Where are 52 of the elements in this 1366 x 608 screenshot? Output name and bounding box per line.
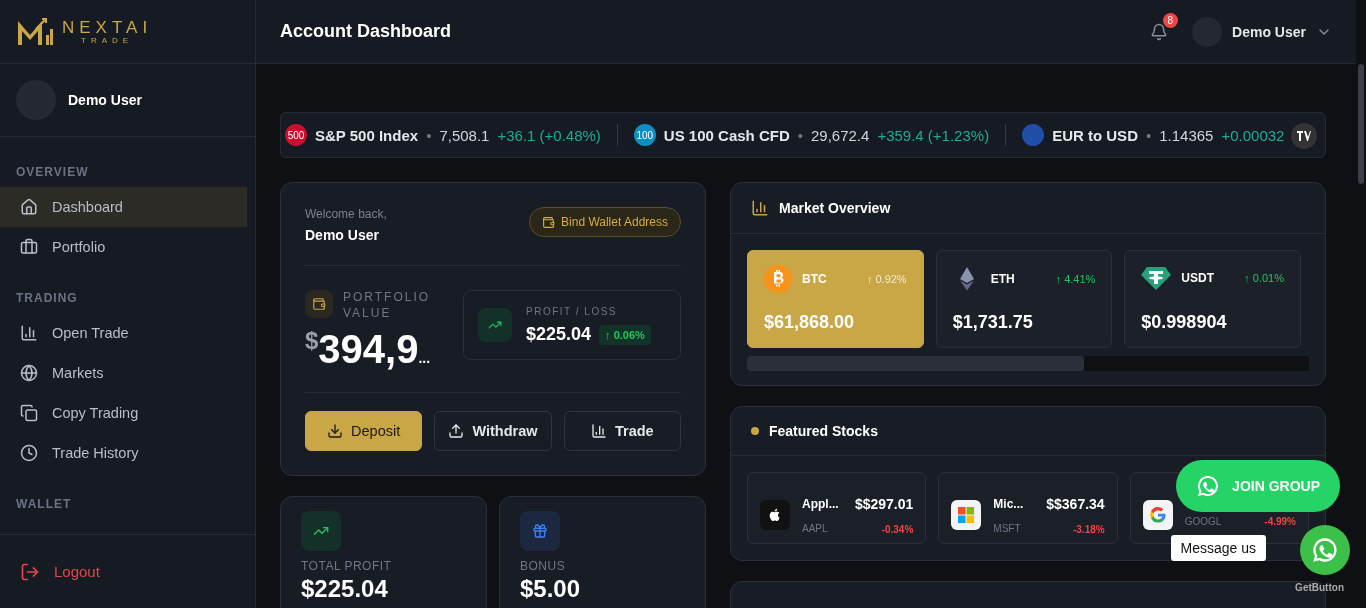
stock-change: -0.34% [880,523,914,535]
separator-dot: • [1145,126,1152,144]
page-title: Account Dashboard [280,21,453,42]
stock-name: Appl... [802,496,840,511]
symbol-price: 7,508.1 [439,126,490,144]
separator-dot: • [426,126,432,144]
notification-count: 8 [1162,12,1179,28]
stock-ticker: MSFT [993,522,1022,534]
brand-name: NEXTAI [62,18,153,36]
stock-change: -3.18% [1071,523,1105,535]
portfolio-value-label: PORTFOLIO VALUE [343,290,432,322]
stat-value: $225.04 [301,574,389,603]
message-tooltip: Message us [1170,535,1266,561]
stock-ticker: GOOGL [1184,515,1223,527]
user-name: Demo User [68,92,142,108]
stock-price: $$367.34 [1046,495,1105,512]
coin-price: $61,868.00 [764,312,856,333]
symbol-change: +36.1 (+0.48%) [497,126,601,144]
coin-change: ↑ 4.41% [1055,273,1096,285]
profit-loss-change: ↑ 0.06% [599,324,651,345]
coin-symbol: BTC [802,272,828,286]
symbol-change: +0.00032 [1221,126,1285,144]
greeting: Welcome back, [305,207,387,221]
section-title: WALLET [15,496,73,513]
symbol-badge: 100 [633,124,656,146]
stock-name: Mic... [993,496,1025,511]
symbol-price: 1.14365 [1159,126,1214,144]
coin-price: $0.998904 [1141,312,1228,333]
stock-price: $$297.01 [854,495,914,512]
symbol-price: 29,672.4 [811,126,870,144]
coin-price: $1,731.75 [952,312,1034,333]
coin-symbol: USDT [1181,271,1215,285]
section-title: TRADING [15,290,79,307]
separator-dot: • [797,126,803,144]
card-title: Market Overview [779,200,891,216]
card-title: Featured Stocks [769,423,878,439]
profit-loss-label: PROFIT / LOSS [526,305,618,318]
section-title: OVERVIEW [15,164,90,181]
stat-label: BONUS [520,559,567,575]
brand-tagline: TRADE [80,35,135,45]
symbol-change: +359.4 (+1.23%) [877,126,990,144]
coin-change: ↑ 0.01% [1244,272,1284,284]
user-name: Demo User [305,227,380,243]
stat-value: $5.00 [520,574,582,603]
coin-change: ↑ 0.92% [866,273,907,285]
profit-loss-value: $225.04 [526,324,592,345]
coin-symbol: ETH [990,272,1016,286]
portfolio-value: $394,9... [305,327,432,373]
stock-ticker: AAPL [802,522,829,534]
stat-label: TOTAL PROFIT [301,559,393,575]
symbol-badge: 500 [285,124,307,146]
stock-change: -4.99% [1264,515,1296,527]
